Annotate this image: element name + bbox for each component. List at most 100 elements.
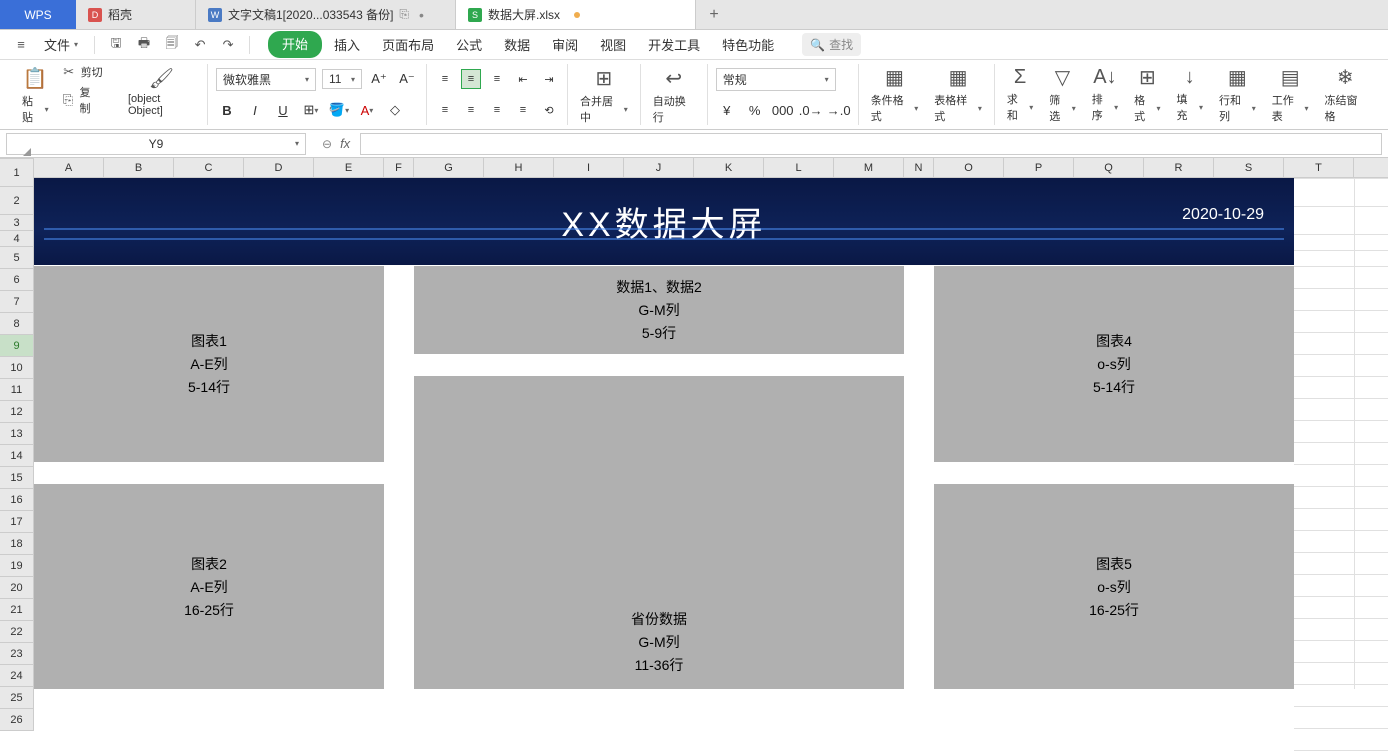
row-header-24[interactable]: 24 [0, 665, 33, 687]
name-box[interactable]: Y9 ▾ [6, 133, 306, 155]
fill-button[interactable]: ↓填充▾ [1173, 64, 1207, 125]
align-center-icon[interactable]: ≡ [461, 100, 481, 120]
row-header-7[interactable]: 7 [0, 291, 33, 313]
col-header-H[interactable]: H [484, 158, 554, 177]
worksheet-button[interactable]: ▤工作表▾ [1268, 63, 1313, 126]
align-top-icon[interactable]: ≡ [435, 69, 455, 89]
freeze-button[interactable]: ❄冻结窗格 [1321, 63, 1370, 126]
tab-review[interactable]: 审阅 [542, 31, 588, 58]
align-middle-icon[interactable]: ≡ [461, 69, 481, 89]
row-header-3[interactable]: 3 [0, 215, 33, 231]
percent-button[interactable]: % [744, 99, 766, 121]
dec-dec-button[interactable]: →.0 [828, 99, 850, 121]
col-header-E[interactable]: E [314, 158, 384, 177]
row-header-16[interactable]: 16 [0, 489, 33, 511]
col-header-D[interactable]: D [244, 158, 314, 177]
filter-button[interactable]: ▽筛选▾ [1045, 63, 1079, 126]
file-menu[interactable]: 文件▾ [38, 35, 84, 54]
print-icon[interactable]: 🖶 [133, 34, 155, 56]
border-button[interactable]: ⊞▾ [300, 99, 322, 121]
col-header-Q[interactable]: Q [1074, 158, 1144, 177]
row-header-11[interactable]: 11 [0, 379, 33, 401]
search-box[interactable]: 🔍 查找 [802, 33, 861, 56]
align-bottom-icon[interactable]: ≡ [487, 69, 507, 89]
justify-icon[interactable]: ≡ [513, 100, 533, 120]
col-header-K[interactable]: K [694, 158, 764, 177]
currency-button[interactable]: ¥ [716, 99, 738, 121]
doc-tab-daoke[interactable]: D 稻壳 [76, 0, 196, 29]
row-header-19[interactable]: 19 [0, 555, 33, 577]
sum-button[interactable]: Σ求和▾ [1003, 64, 1037, 125]
row-header-20[interactable]: 20 [0, 577, 33, 599]
decrease-font-icon[interactable]: A⁻ [396, 68, 418, 90]
row-header-14[interactable]: 14 [0, 445, 33, 467]
formula-input[interactable] [360, 133, 1382, 155]
col-header-S[interactable]: S [1214, 158, 1284, 177]
align-left-icon[interactable]: ≡ [435, 100, 455, 120]
row-header-22[interactable]: 22 [0, 621, 33, 643]
tab-insert[interactable]: 插入 [324, 31, 370, 58]
tab-data[interactable]: 数据 [494, 31, 540, 58]
row-header-6[interactable]: 6 [0, 269, 33, 291]
redo-icon[interactable]: ↷ [217, 34, 239, 56]
tab-formula[interactable]: 公式 [446, 31, 492, 58]
row-header-26[interactable]: 26 [0, 709, 33, 731]
row-header-13[interactable]: 13 [0, 423, 33, 445]
tab-dev[interactable]: 开发工具 [638, 31, 710, 58]
italic-button[interactable]: I [244, 99, 266, 121]
align-right-icon[interactable]: ≡ [487, 100, 507, 120]
col-header-B[interactable]: B [104, 158, 174, 177]
new-tab-button[interactable]: + [696, 0, 732, 29]
underline-button[interactable]: U [272, 99, 294, 121]
row-header-5[interactable]: 5 [0, 247, 33, 269]
print-preview-icon[interactable]: 🗐 [161, 34, 183, 56]
row-header-9[interactable]: 9 [0, 335, 33, 357]
tab-layout[interactable]: 页面布局 [372, 31, 444, 58]
col-header-A[interactable]: A [34, 158, 104, 177]
font-name-select[interactable]: 微软雅黑▾ [216, 68, 316, 91]
app-tab[interactable]: WPS [0, 0, 76, 29]
indent-inc-icon[interactable]: ⇥ [539, 69, 559, 89]
bold-button[interactable]: B [216, 99, 238, 121]
cond-format-button[interactable]: ▦条件格式▾ [867, 63, 923, 126]
hamburger-icon[interactable]: ≡ [10, 34, 32, 56]
dec-inc-button[interactable]: .0→ [800, 99, 822, 121]
rowcol-button[interactable]: ▦行和列▾ [1215, 63, 1260, 126]
col-header-F[interactable]: F [384, 158, 414, 177]
save-icon[interactable]: 🖫 [105, 34, 127, 56]
comma-button[interactable]: 000 [772, 99, 794, 121]
font-size-select[interactable]: 11▾ [322, 69, 362, 89]
row-header-23[interactable]: 23 [0, 643, 33, 665]
doc-tab-xlsx[interactable]: S 数据大屏.xlsx [456, 0, 696, 29]
row-header-17[interactable]: 17 [0, 511, 33, 533]
tab-view[interactable]: 视图 [590, 31, 636, 58]
format-painter-button[interactable] [108, 84, 116, 116]
paste-button[interactable]: 📋 粘贴▾ [18, 64, 53, 127]
col-header-G[interactable]: G [414, 158, 484, 177]
row-header-2[interactable]: 2 [0, 187, 33, 215]
row-header-4[interactable]: 4 [0, 231, 33, 247]
row-header-18[interactable]: 18 [0, 533, 33, 555]
format-button[interactable]: ⊞格式▾ [1130, 63, 1164, 126]
row-header-25[interactable]: 25 [0, 687, 33, 709]
font-color-button[interactable]: A▾ [356, 99, 378, 121]
row-header-10[interactable]: 10 [0, 357, 33, 379]
col-header-N[interactable]: N [904, 158, 934, 177]
increase-font-icon[interactable]: A⁺ [368, 68, 390, 90]
row-header-15[interactable]: 15 [0, 467, 33, 489]
copy-button[interactable]: ⎘复制 [61, 84, 100, 116]
undo-icon[interactable]: ↶ [189, 34, 211, 56]
select-all-corner[interactable] [0, 158, 34, 159]
merge-center-button[interactable]: ⊞ 合并居中▾ [576, 64, 632, 127]
tab-start[interactable]: 开始 [268, 31, 322, 58]
clear-format-button[interactable]: ◇ [384, 99, 406, 121]
orientation-icon[interactable]: ⟲ [539, 100, 559, 120]
sort-button[interactable]: A↓排序▾ [1088, 64, 1122, 125]
grid-body[interactable]: XX数据大屏 2020-10-29 图表1A-E列5-14行数据1、数据2G-M… [34, 178, 1388, 689]
col-header-J[interactable]: J [624, 158, 694, 177]
format-painter-button[interactable]: 🖌 [object Object] [124, 64, 199, 119]
col-header-C[interactable]: C [174, 158, 244, 177]
table-style-button[interactable]: ▦表格样式▾ [930, 63, 986, 126]
col-header-P[interactable]: P [1004, 158, 1074, 177]
row-header-8[interactable]: 8 [0, 313, 33, 335]
